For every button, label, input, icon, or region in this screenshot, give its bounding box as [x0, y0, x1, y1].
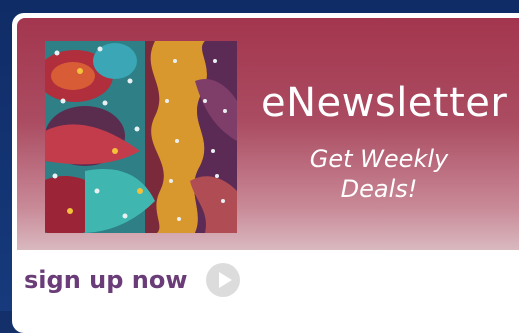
sign-up-link[interactable]: sign up now — [24, 263, 240, 297]
page-frame: eNewsletter Get Weekly Deals! sign up no… — [0, 0, 519, 333]
sign-up-label[interactable]: sign up now — [24, 266, 188, 294]
play-arrow-icon[interactable] — [205, 263, 240, 297]
newsletter-banner[interactable]: eNewsletter Get Weekly Deals! — [17, 18, 519, 250]
newsletter-title: eNewsletter — [261, 80, 508, 126]
quilt-art-image — [45, 41, 237, 233]
newsletter-tagline: Get Weekly Deals! — [309, 145, 449, 203]
newsletter-card: eNewsletter Get Weekly Deals! sign up no… — [12, 13, 519, 333]
